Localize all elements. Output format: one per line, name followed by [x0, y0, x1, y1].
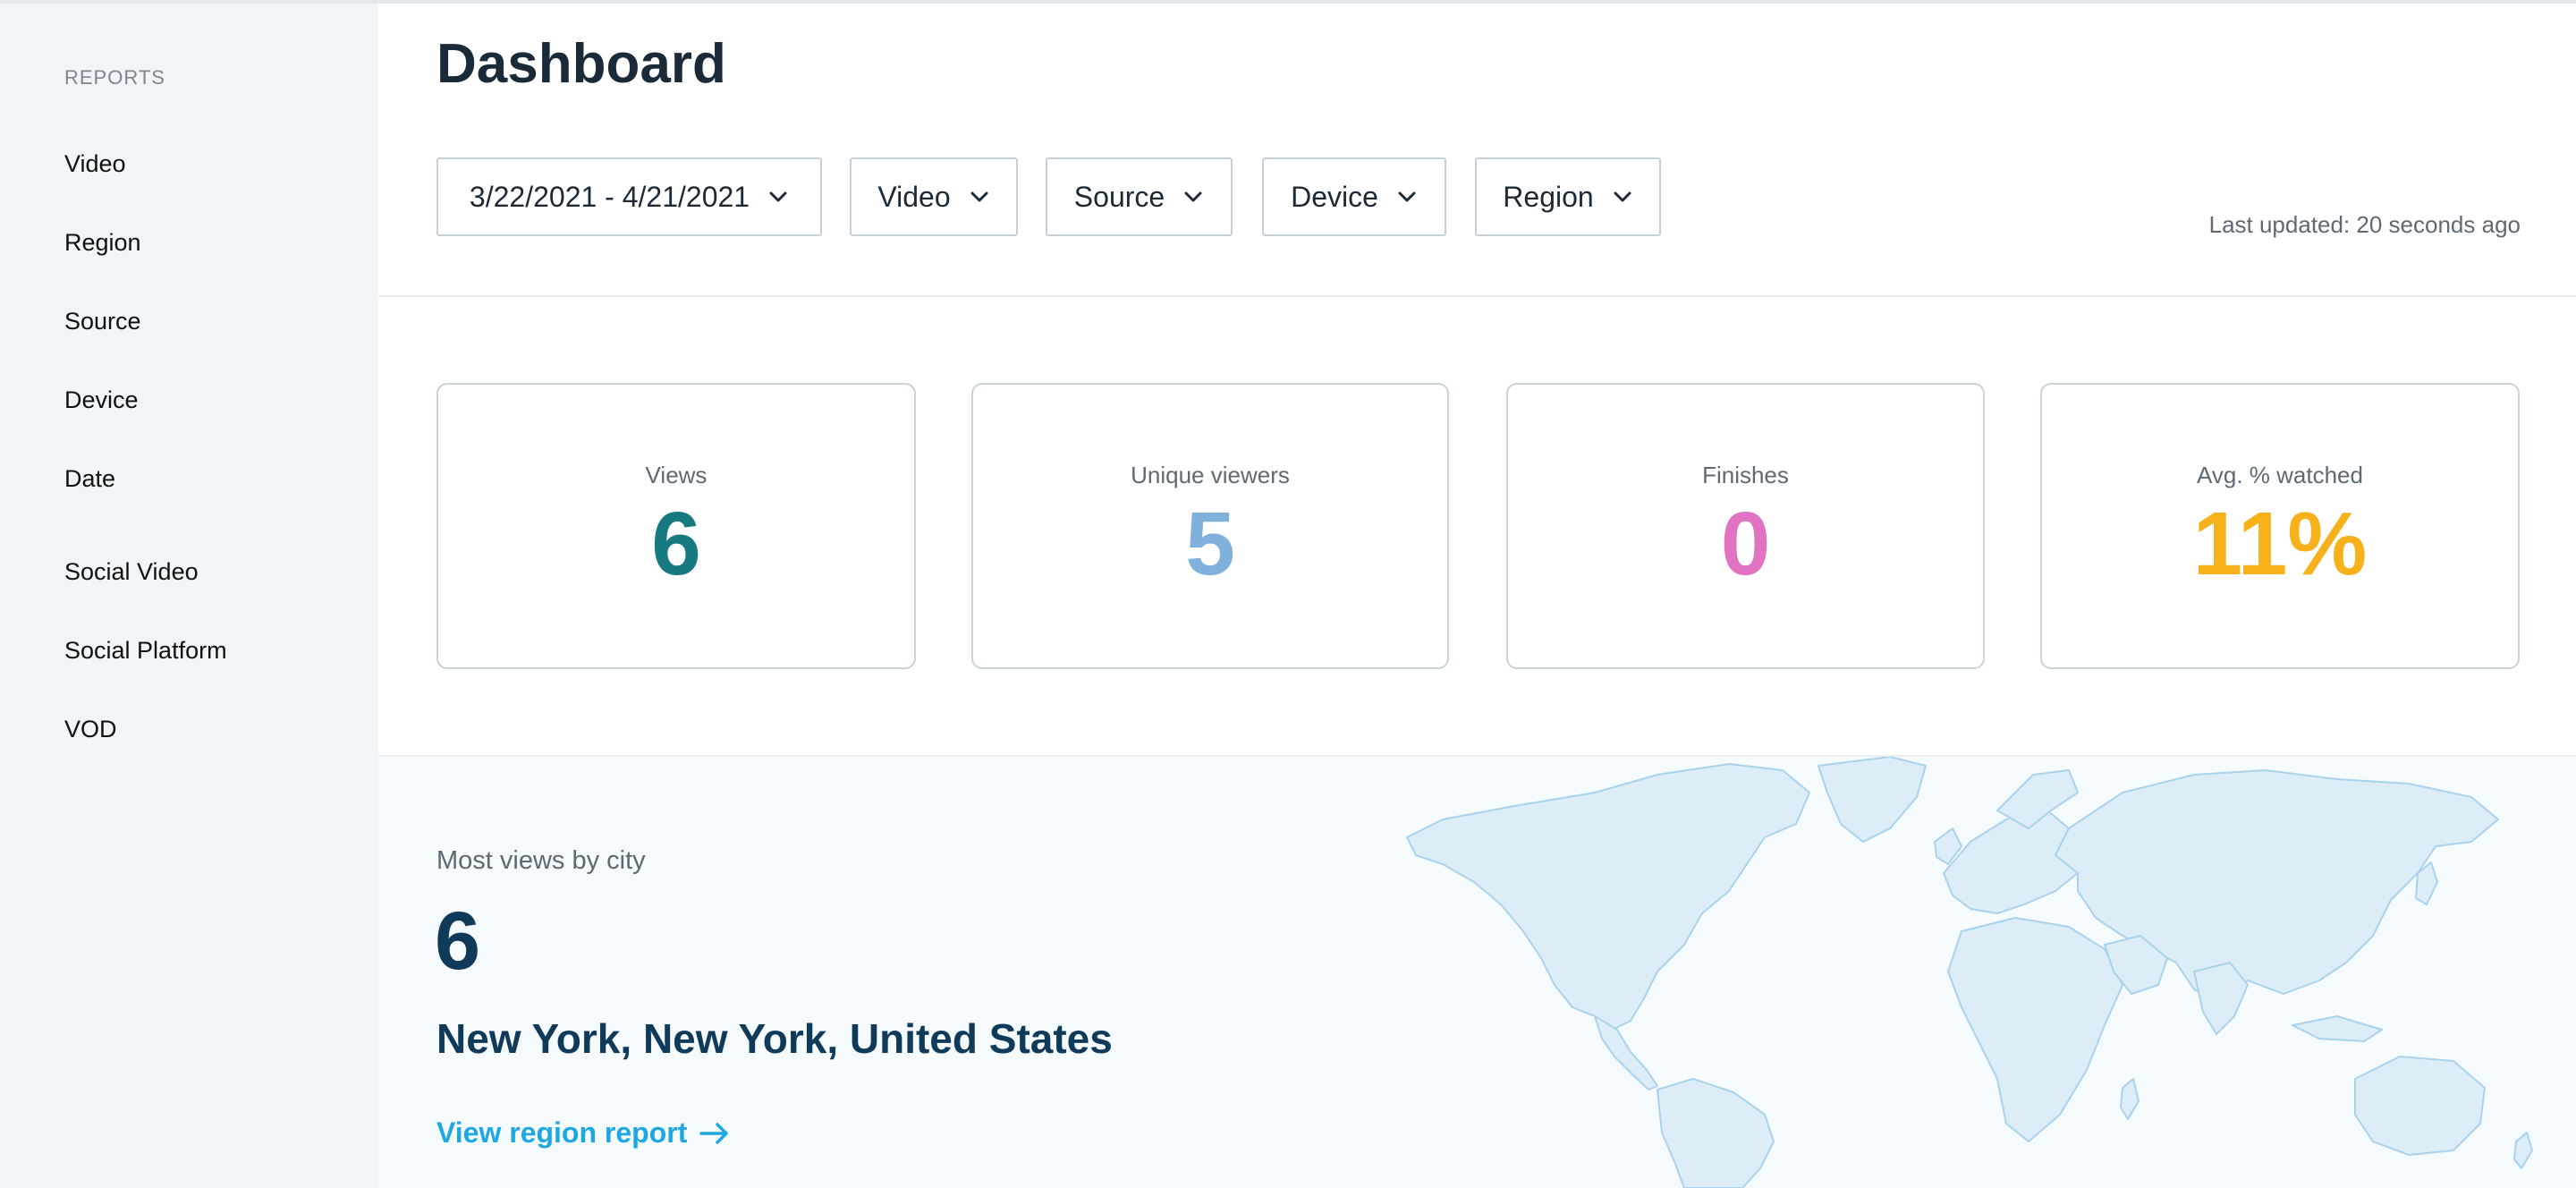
- divider: [378, 295, 2576, 297]
- stat-value: 6: [651, 494, 701, 594]
- device-filter-label: Device: [1291, 180, 1378, 213]
- video-filter-label: Video: [877, 180, 951, 213]
- region-filter[interactable]: Region: [1475, 157, 1661, 236]
- region-filter-label: Region: [1503, 180, 1594, 213]
- source-filter[interactable]: Source: [1046, 157, 1233, 236]
- device-filter[interactable]: Device: [1262, 157, 1446, 236]
- sidebar-heading: REPORTS: [64, 66, 165, 89]
- stat-card-unique-viewers: Unique viewers 5: [971, 383, 1449, 669]
- stat-card-finishes: Finishes 0: [1506, 383, 1985, 669]
- view-region-report-link[interactable]: View region report: [436, 1116, 730, 1150]
- stat-value: 11%: [2192, 494, 2368, 594]
- chevron-down-icon: [1184, 191, 1202, 202]
- chevron-down-icon: [769, 191, 787, 202]
- stat-label: Unique viewers: [1131, 462, 1290, 488]
- sidebar-item-video[interactable]: Video: [64, 150, 126, 178]
- stat-value: 0: [1720, 494, 1771, 594]
- sidebar-item-region[interactable]: Region: [64, 229, 141, 257]
- sidebar-item-social-video[interactable]: Social Video: [64, 558, 199, 586]
- stat-label: Finishes: [1702, 462, 1789, 488]
- world-map: [1406, 757, 2533, 1188]
- sidebar-item-device[interactable]: Device: [64, 386, 139, 414]
- chevron-down-icon: [1398, 191, 1416, 202]
- sidebar-item-date[interactable]: Date: [64, 465, 115, 493]
- city-view-count: 6: [435, 895, 481, 987]
- sidebar-item-social-platform[interactable]: Social Platform: [64, 637, 227, 665]
- stat-card-avg-watched: Avg. % watched 11%: [2040, 383, 2520, 669]
- stat-card-views: Views 6: [436, 383, 916, 669]
- region-link-label: View region report: [436, 1116, 688, 1149]
- chevron-down-icon: [1614, 191, 1631, 202]
- stat-value: 5: [1185, 494, 1235, 594]
- last-updated: Last updated: 20 seconds ago: [2208, 211, 2521, 238]
- chevron-down-icon: [970, 191, 988, 202]
- arrow-right-icon: [699, 1122, 729, 1144]
- city-name: New York, New York, United States: [436, 1015, 1113, 1062]
- page-title: Dashboard: [436, 33, 726, 95]
- sidebar-item-source[interactable]: Source: [64, 308, 141, 335]
- source-filter-label: Source: [1073, 180, 1165, 213]
- sidebar: REPORTS Video Region Source Device Date …: [0, 4, 378, 1188]
- city-map-section: Most views by city 6 New York, New York,…: [378, 757, 2576, 1188]
- main-content: Dashboard 3/22/2021 - 4/21/2021 Video So…: [378, 4, 2576, 1188]
- stat-label: Avg. % watched: [2197, 462, 2363, 488]
- most-views-by-city-label: Most views by city: [436, 846, 646, 875]
- date-range-label: 3/22/2021 - 4/21/2021: [469, 180, 750, 213]
- stat-label: Views: [645, 462, 708, 488]
- date-range-filter[interactable]: 3/22/2021 - 4/21/2021: [436, 157, 822, 236]
- video-filter[interactable]: Video: [850, 157, 1018, 236]
- sidebar-item-vod[interactable]: VOD: [64, 716, 117, 743]
